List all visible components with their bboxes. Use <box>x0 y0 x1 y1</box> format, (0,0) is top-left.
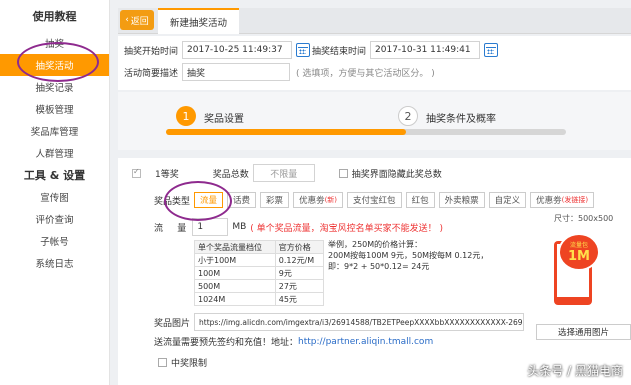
table-row: 1024M 45元 <box>194 292 325 306</box>
prize-total-input[interactable]: 不限量 <box>252 164 315 182</box>
start-time-label: 抽奖开始时间 <box>124 46 179 57</box>
table-cell: 100M <box>194 266 276 280</box>
sidebar-item-templates[interactable]: 模板管理 <box>0 98 109 120</box>
step-progress-bar <box>166 129 566 135</box>
flow-package-title: 流量包 <box>569 242 588 249</box>
type-custom-button[interactable]: 自定义 <box>488 192 527 208</box>
description-hint: ( 选填项，方便与其它活动区分。 ) <box>296 68 435 79</box>
sidebar-section-tutorial: 使用教程 <box>32 10 77 23</box>
calendar-icon[interactable] <box>484 43 499 57</box>
partner-link[interactable]: http://partner.aliqin.tmall.com <box>298 337 433 347</box>
table-cell: 0.12元/M <box>274 253 325 267</box>
watermark: 头条号 / 黑猫电商 <box>527 364 623 378</box>
back-button[interactable]: ‹ 返回 <box>120 10 154 30</box>
win-limit-label: 中奖限制 <box>171 359 208 369</box>
price-example-line2: 200M按每100M 9元，50M按每M 0.12元， <box>328 251 489 260</box>
table-header: 单个奖品流量档位 <box>194 240 276 254</box>
end-time-label: 抽奖结束时间 <box>312 46 367 57</box>
select-common-image-button[interactable]: 选择通用图片 <box>536 324 631 340</box>
limit-row: 中奖限制 <box>158 356 207 369</box>
table-cell: 小于100M <box>194 253 276 267</box>
price-example-line3: 即：9*2 + 50*0.12= 24元 <box>328 262 430 271</box>
step-1-number[interactable]: 1 <box>176 106 196 126</box>
hide-total-label: 抽奖界面隐藏此奖总数 <box>351 169 442 180</box>
table-row: 500M 27元 <box>194 279 325 293</box>
description-row: 活动简要描述 抽奖 ( 选填项，方便与其它活动区分。 ) <box>124 63 435 81</box>
description-input[interactable]: 抽奖 <box>182 63 291 81</box>
image-size-note: 尺寸：500x500 <box>554 214 614 223</box>
type-coupon-new-button[interactable]: 优惠劵 (新) <box>293 192 344 208</box>
table-row: 小于100M 0.12元/M <box>194 253 325 267</box>
annotation-circle-flow <box>164 181 232 221</box>
table-cell: 500M <box>194 279 276 293</box>
prize-image-label: 奖品图片 <box>154 318 191 329</box>
select-image-row: 选择通用图片 <box>536 324 631 340</box>
tab-bar: ‹ 返回 新建抽奖活动 <box>118 8 631 34</box>
sidebar-item-prize-library[interactable]: 奖品库管理 <box>0 120 109 142</box>
step-progress: 1 奖品设置 2 抽奖条件及概率 <box>118 92 631 150</box>
type-coupon-label: 优惠劵 <box>299 196 325 206</box>
step-progress-fill <box>166 129 406 135</box>
table-header: 官方价格 <box>274 240 325 254</box>
table-cell: 45元 <box>274 292 325 306</box>
prize-image-url-input[interactable]: https://img.alicdn.com/imgextra/i3/26914… <box>194 313 525 331</box>
table-row: 100M 9元 <box>194 266 325 280</box>
hide-total-checkbox[interactable] <box>338 168 348 178</box>
flow-note: ( 单个奖品流量，淘宝风控名单买家不能发送！ ) <box>250 223 444 234</box>
step-2-label[interactable]: 抽奖条件及概率 <box>426 110 496 125</box>
description-label: 活动简要描述 <box>124 68 179 79</box>
flow-unit: MB <box>232 222 247 232</box>
flow-label: 流 量 <box>154 223 187 234</box>
annotation-circle-sidebar <box>17 42 99 82</box>
notice-row: 送流量需要预先签约和充值！地址： http://partner.aliqin.t… <box>154 335 433 349</box>
flow-package-badge: 流量包 1M <box>558 233 600 271</box>
prize-name: 1等奖 <box>155 169 179 180</box>
price-example-line1: 举例，250M的价格计算： <box>328 240 423 249</box>
back-label: 返回 <box>130 16 149 27</box>
sidebar-item-promo-images[interactable]: 宣传图 <box>0 186 109 208</box>
type-lottery-button[interactable]: 彩票 <box>260 192 290 208</box>
start-time-row: 抽奖开始时间 2017-10-25 11:49:37 <box>124 41 311 59</box>
sidebar-item-review-query[interactable]: 评价查询 <box>0 208 109 230</box>
step-1-label[interactable]: 奖品设置 <box>204 110 244 125</box>
prize-image-row: 奖品图片 https://img.alicdn.com/imgextra/i3/… <box>154 313 525 331</box>
type-redpacket-button[interactable]: 红包 <box>405 192 435 208</box>
type-takeout-voucher-button[interactable]: 外卖粮票 <box>438 192 485 208</box>
chevron-left-icon: ‹ <box>125 15 129 25</box>
activity-form: 抽奖开始时间 2017-10-25 11:49:37 抽奖结束时间 2017-1… <box>118 36 631 90</box>
sidebar-item-system-log[interactable]: 系统日志 <box>0 252 109 274</box>
flow-package-image: 流量包 1M <box>554 231 600 307</box>
flow-price-table: 单个奖品流量档位 官方价格 小于100M 0.12元/M 100M 9元 500M 2… <box>194 240 325 306</box>
table-cell: 9元 <box>274 266 325 280</box>
win-limit-checkbox[interactable] <box>158 358 167 367</box>
sidebar-item-subaccounts[interactable]: 子帐号 <box>0 230 109 252</box>
type-coupon-link-label: 优惠劵 <box>536 196 562 206</box>
type-link-tag: (发链接) <box>561 196 589 204</box>
calendar-icon[interactable] <box>296 43 311 57</box>
table-cell: 27元 <box>274 279 325 293</box>
tab-new-lottery[interactable]: 新建抽奖活动 <box>158 8 240 34</box>
end-time-input[interactable]: 2017-10-31 11:49:41 <box>370 41 481 59</box>
start-time-input[interactable]: 2017-10-25 11:49:37 <box>182 41 293 59</box>
type-alipay-redpacket-button[interactable]: 支付宝红包 <box>347 192 402 208</box>
prize-total-label: 奖品总数 <box>212 169 249 180</box>
sidebar-item-audiences[interactable]: 人群管理 <box>0 142 109 164</box>
prize-header-row: 1等奖 奖品总数 不限量 抽奖界面隐藏此奖总数 <box>132 164 442 182</box>
type-coupon-link-button[interactable]: 优惠劵 (发链接) <box>530 192 595 208</box>
notice-text: 送流量需要预先签约和充值！地址： <box>154 338 299 348</box>
table-header-row: 单个奖品流量档位 官方价格 <box>194 240 325 254</box>
end-time-row: 抽奖结束时间 2017-10-31 11:49:41 <box>312 41 499 59</box>
prize-enable-checkbox[interactable] <box>132 167 141 178</box>
type-new-tag: (新) <box>324 196 338 204</box>
sidebar-section-tools: 工具 & 设置 <box>23 169 86 182</box>
step-2-number[interactable]: 2 <box>398 106 418 126</box>
flow-package-amount: 1M <box>568 249 590 264</box>
table-cell: 1024M <box>194 292 276 306</box>
